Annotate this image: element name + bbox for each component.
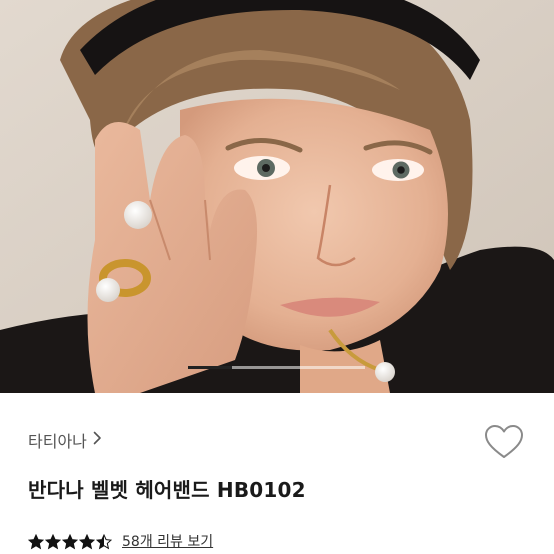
star-filled-icon [45, 534, 61, 550]
wishlist-button[interactable] [484, 424, 524, 460]
brand-link[interactable]: 타티아나 [28, 428, 102, 452]
product-detail-page: 타티아나 반다나 벨벳 헤어밴드 HB0102 58개 리뷰 보기 [0, 0, 554, 554]
model-photo [0, 0, 554, 393]
review-link[interactable]: 58개 리뷰 보기 [122, 534, 213, 550]
product-image[interactable] [0, 0, 554, 393]
carousel-progress [188, 366, 233, 369]
brand-name: 타티아나 [28, 432, 87, 451]
star-rating [28, 534, 112, 550]
star-filled-icon [62, 534, 78, 550]
star-half-icon [96, 534, 112, 550]
heart-outline-icon [485, 425, 523, 458]
product-title: 반다나 벨벳 헤어밴드 HB0102 [28, 478, 306, 502]
image-carousel-indicator [188, 366, 365, 369]
chevron-right-icon [93, 431, 102, 449]
star-filled-icon [79, 534, 95, 550]
rating-row: 58개 리뷰 보기 [28, 534, 213, 550]
star-filled-icon [28, 534, 44, 550]
